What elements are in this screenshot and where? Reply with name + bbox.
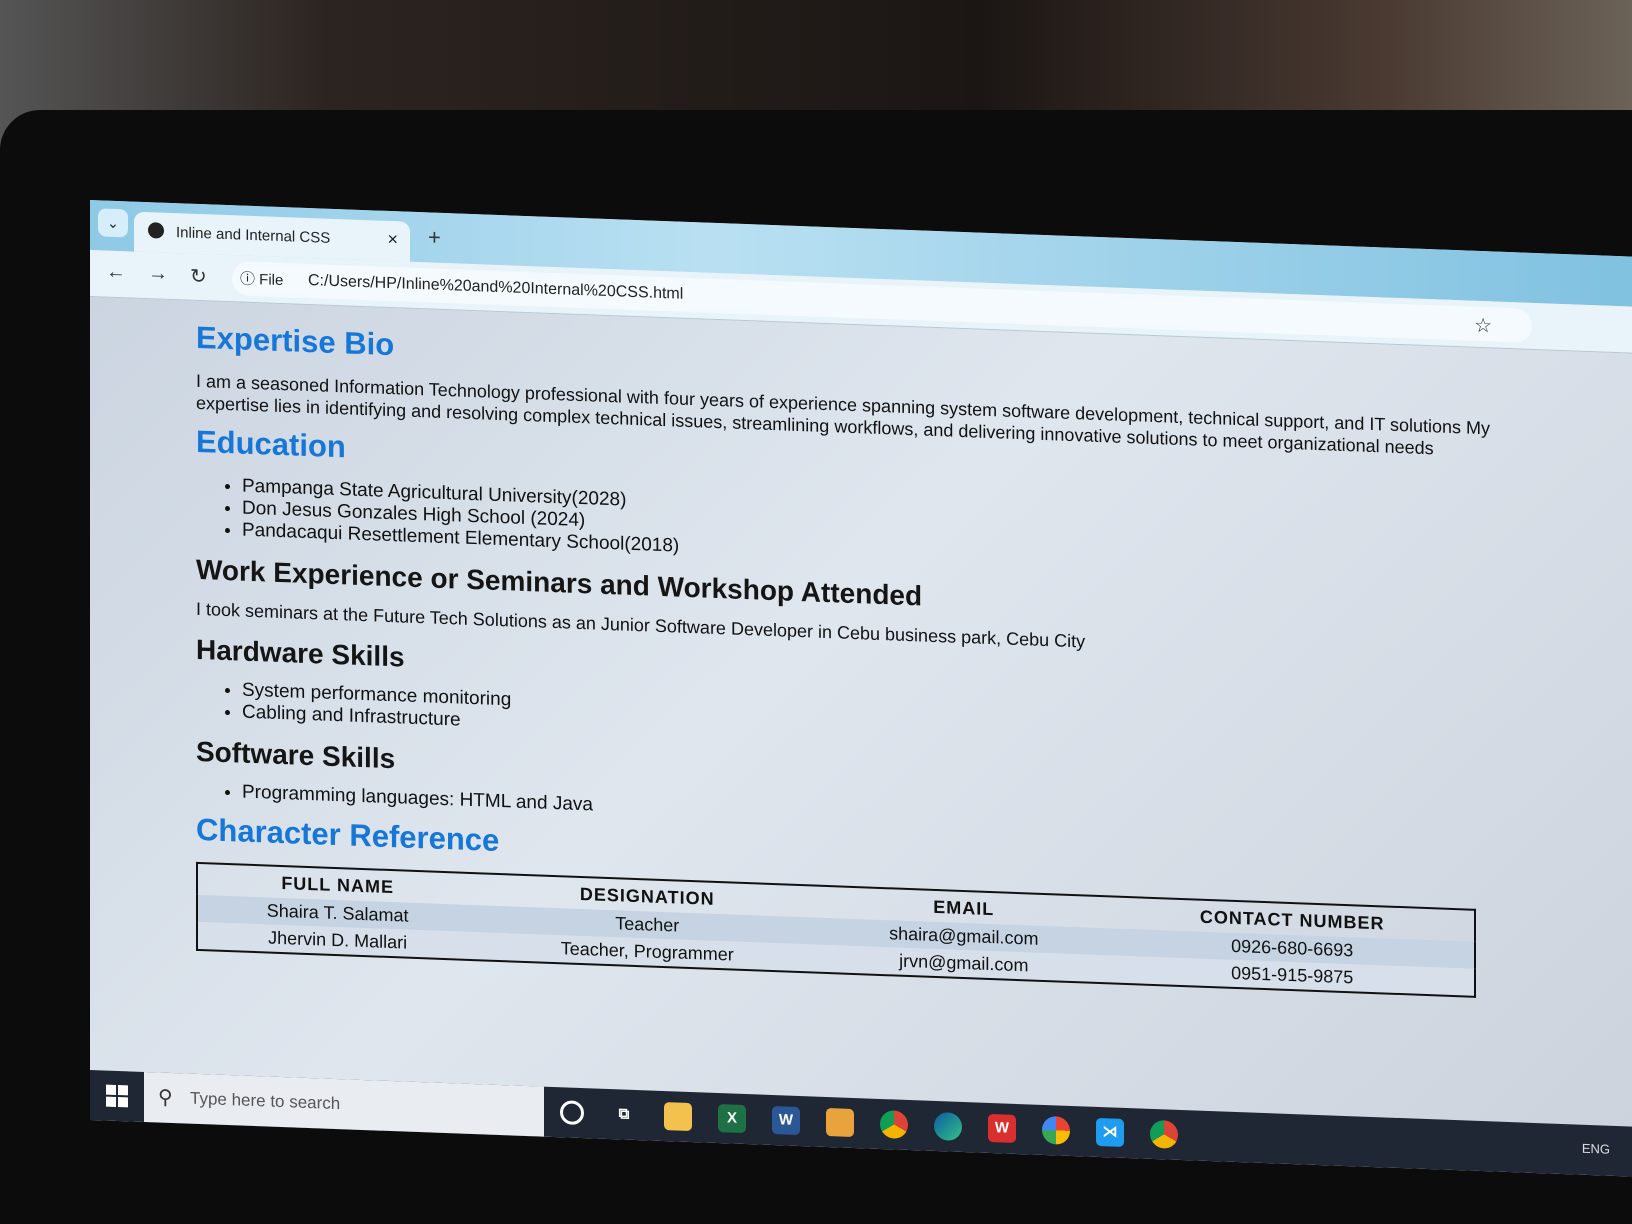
new-tab-button[interactable]: + — [428, 224, 441, 250]
page-content: Expertise Bio I am a seasoned Informatio… — [196, 314, 1496, 999]
excel-icon[interactable]: X — [718, 1104, 746, 1134]
tab-search-chevron-icon[interactable]: ⌄ — [98, 208, 128, 238]
cortana-icon[interactable] — [560, 1100, 584, 1126]
tray-language[interactable]: ENG — [1582, 1141, 1610, 1157]
wps-office-icon[interactable]: W — [988, 1113, 1016, 1143]
close-tab-icon[interactable]: × — [387, 229, 398, 250]
photos-icon[interactable] — [1042, 1115, 1070, 1145]
word-icon[interactable]: W — [772, 1106, 800, 1136]
chrome-icon[interactable] — [880, 1109, 908, 1139]
url-text: C:/Users/HP/Inline%20and%20Internal%20CS… — [308, 271, 684, 303]
file-explorer-icon[interactable] — [664, 1102, 692, 1132]
windows-start-icon[interactable] — [106, 1084, 128, 1108]
forward-arrow-icon[interactable]: → — [148, 262, 168, 286]
edge-icon[interactable] — [934, 1111, 962, 1141]
laptop-screen: ⌄ Inline and Internal CSS × + ← → ↻ ⓘ Fi… — [90, 200, 1632, 1178]
globe-icon — [148, 222, 164, 239]
back-arrow-icon[interactable]: ← — [106, 261, 126, 285]
reload-icon[interactable]: ↻ — [190, 264, 207, 290]
store-icon[interactable] — [826, 1107, 854, 1138]
bookmark-star-icon[interactable]: ☆ — [1474, 313, 1492, 339]
chrome-active-icon[interactable] — [1150, 1119, 1178, 1149]
tab-title: Inline and Internal CSS — [176, 224, 331, 247]
search-placeholder: Type here to search — [190, 1088, 341, 1114]
search-icon: ⚲ — [158, 1086, 173, 1110]
site-info-chip[interactable]: ⓘ File — [240, 268, 283, 291]
task-view-icon[interactable]: ⧉ — [610, 1100, 638, 1129]
file-label: File — [259, 271, 284, 290]
vscode-icon[interactable]: ⋊ — [1096, 1117, 1124, 1147]
